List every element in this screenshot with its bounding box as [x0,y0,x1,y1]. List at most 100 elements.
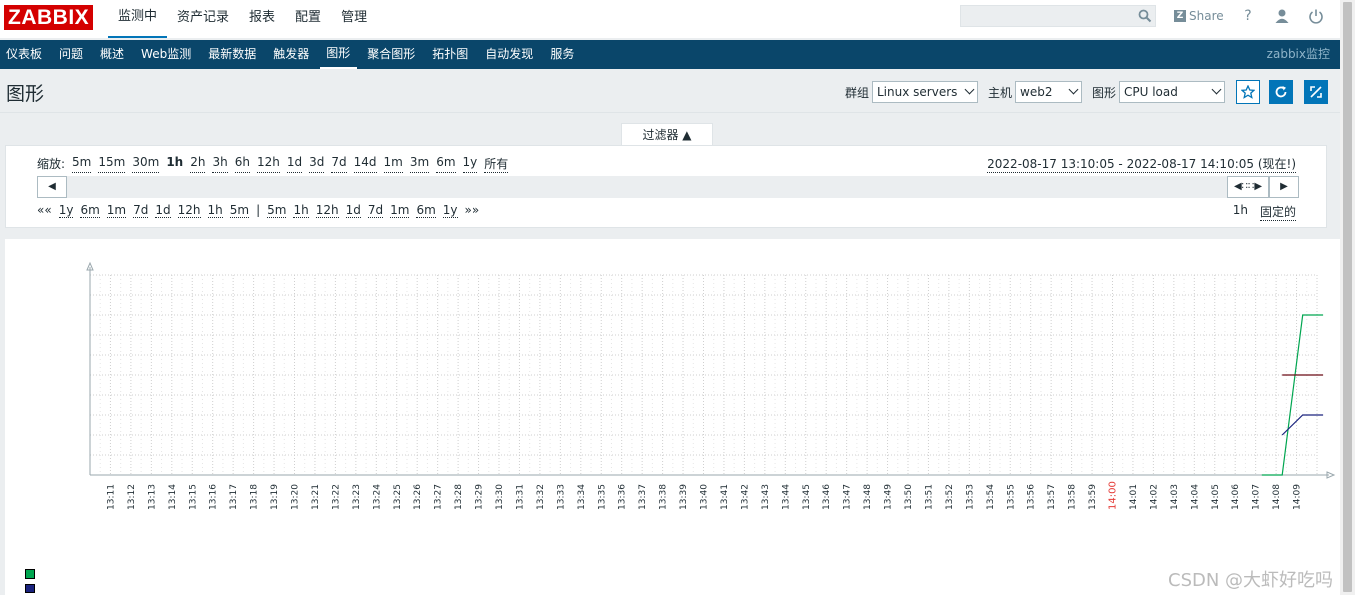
nav-fwd-all[interactable]: »» [465,203,480,218]
x-tick-label: 14:02 [1149,484,1159,510]
sub-nav-dashboard[interactable]: 仪表板 [0,40,49,69]
scroll-left-button[interactable]: ◀ [37,176,67,198]
nav-back-all[interactable]: «« [37,203,52,218]
x-tick-label: 13:50 [904,484,914,510]
x-tick-label: 13:49 [884,484,894,510]
zabbix-logo[interactable]: ZABBIX [4,5,94,30]
sub-nav-web[interactable]: Web监测 [135,40,198,69]
scroll-right-button[interactable]: ▶ [1269,176,1299,198]
series-line-1 [1261,314,1324,476]
top-bar: ZABBIX 监测中 资产记录 报表 配置 管理 Z Share ? [0,0,1340,38]
zoom-3h[interactable]: 3h [212,155,228,173]
zoom-1m[interactable]: 1m [383,155,403,173]
zoom-all[interactable]: 所有 [484,155,509,173]
sub-nav-services[interactable]: 服务 [544,40,581,69]
zoom-7d[interactable]: 7d [331,155,347,173]
main-nav-reports[interactable]: 报表 [239,0,285,38]
nav-back-1m[interactable]: 1m [106,203,127,218]
server-name: zabbix监控 [1266,47,1330,61]
main-nav-administration[interactable]: 管理 [331,0,377,38]
time-range[interactable]: 2022-08-17 13:10:05 - 2022-08-17 14:10:0… [987,155,1296,173]
main-nav-monitoring[interactable]: 监测中 [108,0,168,38]
x-tick-label: 13:30 [495,484,505,510]
x-tick-label: 13:16 [209,484,219,510]
main-nav-inventory[interactable]: 资产记录 [167,0,239,38]
zoom-12h[interactable]: 12h [256,155,280,173]
search-input[interactable] [960,5,1156,27]
x-tick-label: 13:34 [577,484,587,510]
nav-back-12h[interactable]: 12h [177,203,201,218]
star-icon [1240,84,1256,99]
x-tick-label: 13:21 [311,484,321,510]
nav-back-1y[interactable]: 1y [58,203,74,218]
user-profile-icon[interactable] [1274,8,1290,24]
nav-back-7d[interactable]: 7d [133,203,149,218]
x-tick-label: 13:53 [965,484,975,510]
sub-nav-screens[interactable]: 聚合图形 [361,40,422,69]
nav-separator: | [256,203,261,217]
main-nav-configuration[interactable]: 配置 [285,0,331,38]
x-tick-label: 13:12 [127,484,137,510]
nav-fwd-7d[interactable]: 7d [367,203,384,218]
nav-fwd-1d[interactable]: 1d [345,203,361,218]
nav-fwd-6m[interactable]: 6m [416,203,436,218]
sub-nav-maps[interactable]: 拓扑图 [426,40,475,69]
sub-nav-latest-data[interactable]: 最新数据 [202,40,263,69]
page-scrollbar-thumb[interactable] [1343,2,1352,592]
zoom-1h[interactable]: 1h [166,155,183,173]
legend-swatch-1 [25,569,35,579]
nav-fwd-1m[interactable]: 1m [390,203,410,218]
refresh-icon [1275,86,1287,98]
zoom-14d[interactable]: 14d [353,155,377,173]
zoom-2h[interactable]: 2h [190,155,206,173]
search-icon[interactable] [1138,9,1152,23]
timeline-handle[interactable]: ◀∷∷▶ [1227,176,1269,198]
zoom-3d[interactable]: 3d [309,155,325,173]
period-value: 1h [1232,203,1248,217]
nav-fwd-12h[interactable]: 12h [315,203,339,218]
x-tick-label: 13:19 [270,484,280,510]
x-tick-label: 14:08 [1272,484,1282,510]
graph-select[interactable]: CPU load [1119,81,1225,103]
zoom-1y[interactable]: 1y [462,155,478,173]
nav-back-1h[interactable]: 1h [207,203,223,218]
zoom-6h[interactable]: 6h [234,155,250,173]
zoom-3m[interactable]: 3m [409,155,430,173]
favorite-button[interactable] [1236,80,1260,104]
sub-nav-problems[interactable]: 问题 [53,40,90,69]
x-tick-label: 13:29 [475,484,485,510]
nav-fwd-5m[interactable]: 5m [267,203,287,218]
x-tick-label: 13:43 [761,484,771,510]
zoom-15m[interactable]: 15m [98,155,126,173]
sign-out-icon[interactable] [1308,8,1324,24]
x-tick-label: 13:41 [720,484,730,510]
sub-nav-triggers[interactable]: 触发器 [267,40,316,69]
zoom-30m[interactable]: 30m [132,155,160,173]
help-icon[interactable]: ? [1240,8,1256,24]
fixed-toggle[interactable]: 固定的 [1259,203,1296,221]
sub-nav-discovery[interactable]: 自动发现 [479,40,540,69]
filter-tab[interactable]: 过滤器 ▲ [621,123,713,146]
nav-fwd-1h[interactable]: 1h [293,203,309,218]
x-tick-label: 13:54 [986,484,996,510]
zoom-1d[interactable]: 1d [286,155,303,173]
group-select[interactable]: Linux servers [872,81,978,103]
watermark: CSDN @大虾好吃吗 [1168,570,1334,591]
share-button[interactable]: Z Share [1174,9,1224,23]
nav-fwd-1y[interactable]: 1y [442,203,458,218]
zoom-5m[interactable]: 5m [72,155,92,173]
sub-nav-overview[interactable]: 概述 [94,40,131,69]
host-select[interactable]: web2 [1015,81,1082,103]
x-tick-label: 13:56 [1027,484,1037,510]
timeline-slider-track[interactable] [37,176,1299,198]
refresh-button[interactable] [1269,80,1293,104]
nav-back-6m[interactable]: 6m [80,203,100,218]
nav-back-5m[interactable]: 5m [229,203,250,218]
x-tick-label: 13:14 [168,484,178,510]
x-tick-label: 13:39 [679,484,689,510]
fullscreen-button[interactable] [1304,80,1328,104]
nav-back-1d[interactable]: 1d [155,203,171,218]
sub-nav-graphs[interactable]: 图形 [320,40,358,69]
zoom-label: 缩放: [37,157,66,171]
zoom-6m[interactable]: 6m [436,155,456,173]
